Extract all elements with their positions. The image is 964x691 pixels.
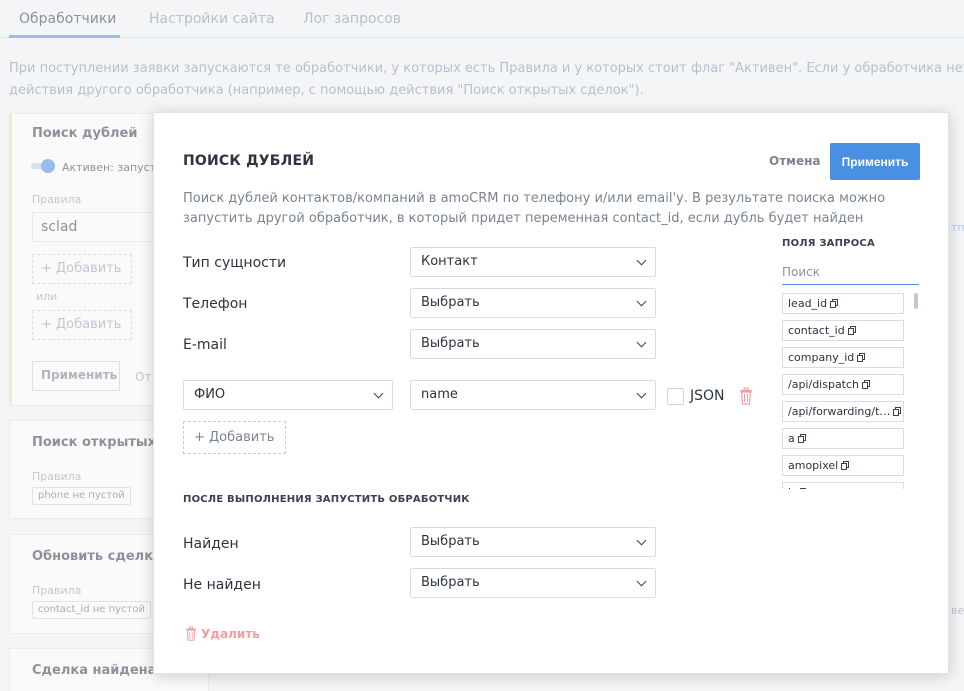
entity-type-value: Контакт: [421, 254, 478, 269]
copy-icon: [830, 299, 839, 308]
rules-label: Правила: [32, 470, 82, 483]
found-handler-select[interactable]: Выбрать: [410, 527, 656, 557]
email-select[interactable]: Выбрать: [410, 329, 656, 359]
chevron-down-icon: [373, 388, 384, 399]
delete-button[interactable]: Удалить: [185, 626, 260, 641]
chevron-down-icon: [636, 337, 647, 348]
entity-type-label: Тип сущности: [183, 255, 287, 271]
chevron-down-icon: [636, 388, 647, 399]
query-fields-scrollbar[interactable]: [914, 293, 918, 309]
tab-request-log[interactable]: Лог запросов: [303, 11, 401, 27]
background-fragment: тпр: [951, 221, 964, 234]
not-found-label: Не найден: [183, 577, 261, 593]
tab-bar: Обработчики Настройки сайта Лог запросов: [0, 0, 964, 38]
add-field-button[interactable]: + Добавить: [183, 421, 286, 454]
query-fields-search[interactable]: Поиск: [782, 265, 919, 285]
query-field-item[interactable]: amopixel: [782, 455, 904, 476]
after-run-section-title: ПОСЛЕ ВЫПОЛНЕНИЯ ЗАПУСТИТЬ ОБРАБОТЧИК: [183, 494, 470, 505]
or-label: или: [36, 290, 58, 303]
apply-button-bg[interactable]: Применить: [32, 361, 120, 391]
custom-field-name-select[interactable]: ФИО: [183, 380, 393, 410]
chevron-down-icon: [636, 576, 647, 587]
background-fragment: вен: [951, 604, 964, 617]
copy-icon: [847, 326, 856, 335]
found-handler-value: Выбрать: [421, 534, 480, 549]
phone-label: Телефон: [183, 296, 248, 312]
chevron-down-icon: [636, 255, 647, 266]
active-tab-indicator: [9, 35, 120, 38]
email-value: Выбрать: [421, 336, 480, 351]
query-fields-title: ПОЛЯ ЗАПРОСА: [782, 238, 875, 249]
trash-icon: [186, 626, 196, 641]
phone-value: Выбрать: [421, 295, 480, 310]
duplicate-search-modal: ПОИСК ДУБЛЕЙ Отмена Применить Поиск дубл…: [153, 112, 949, 674]
phone-select[interactable]: Выбрать: [410, 288, 656, 318]
tab-handlers[interactable]: Обработчики: [19, 11, 116, 27]
found-label: Найден: [183, 536, 239, 552]
handler-title: Поиск дублей: [32, 126, 138, 141]
intro-text: При поступлении заявки запускаются те об…: [9, 61, 964, 98]
query-field-item[interactable]: /api/dispatch: [782, 374, 904, 395]
apply-button[interactable]: Применить: [830, 143, 920, 180]
handler-title: Сделка найдена: [32, 663, 157, 678]
chevron-down-icon: [636, 296, 647, 307]
active-toggle[interactable]: [31, 159, 57, 173]
copy-icon: [841, 461, 850, 470]
entity-type-select[interactable]: Контакт: [410, 247, 656, 277]
rule-input[interactable]: sclad: [32, 212, 162, 242]
copy-icon: [857, 353, 866, 362]
trash-icon[interactable]: [739, 387, 753, 405]
copy-icon: [862, 380, 871, 389]
query-field-item[interactable]: b: [782, 482, 904, 489]
rule-tag: contact_id не пустой: [32, 601, 151, 619]
other-button-bg[interactable]: От: [135, 370, 151, 384]
not-found-handler-select[interactable]: Выбрать: [410, 568, 656, 598]
copy-icon: [893, 407, 902, 416]
query-field-item[interactable]: contact_id: [782, 320, 904, 341]
add-rule-button-2[interactable]: + Добавить: [32, 310, 132, 340]
query-field-item[interactable]: company_id: [782, 347, 904, 368]
add-rule-button[interactable]: + Добавить: [32, 254, 132, 284]
delete-label: Удалить: [201, 627, 260, 641]
not-found-handler-value: Выбрать: [421, 575, 480, 590]
toggle-label: Активен: запусти: [62, 161, 164, 174]
modal-title: ПОИСК ДУБЛЕЙ: [183, 153, 315, 169]
json-checkbox[interactable]: [667, 388, 684, 405]
chevron-down-icon: [636, 535, 647, 546]
rules-label: Правила: [32, 584, 82, 597]
rules-label: Правила: [32, 193, 82, 206]
copy-icon: [799, 488, 806, 489]
cancel-button[interactable]: Отмена: [769, 154, 821, 168]
query-field-item[interactable]: /api/forwarding/t…: [782, 401, 904, 422]
query-fields-list: lead_id contact_id company_id /api/dispa…: [782, 293, 918, 489]
rule-tag: phone не пустой: [32, 487, 131, 505]
copy-icon: [797, 434, 806, 443]
tab-site-settings[interactable]: Настройки сайта: [149, 11, 275, 27]
query-field-item[interactable]: lead_id: [782, 293, 904, 314]
custom-field-name: ФИО: [194, 387, 226, 402]
custom-field-value-select[interactable]: name: [410, 380, 656, 410]
json-label: JSON: [690, 388, 725, 404]
custom-field-value: name: [421, 387, 458, 402]
email-label: E-mail: [183, 337, 227, 353]
query-field-item[interactable]: a: [782, 428, 904, 449]
modal-description: Поиск дублей контактов/компаний в amoCRM…: [183, 191, 886, 226]
